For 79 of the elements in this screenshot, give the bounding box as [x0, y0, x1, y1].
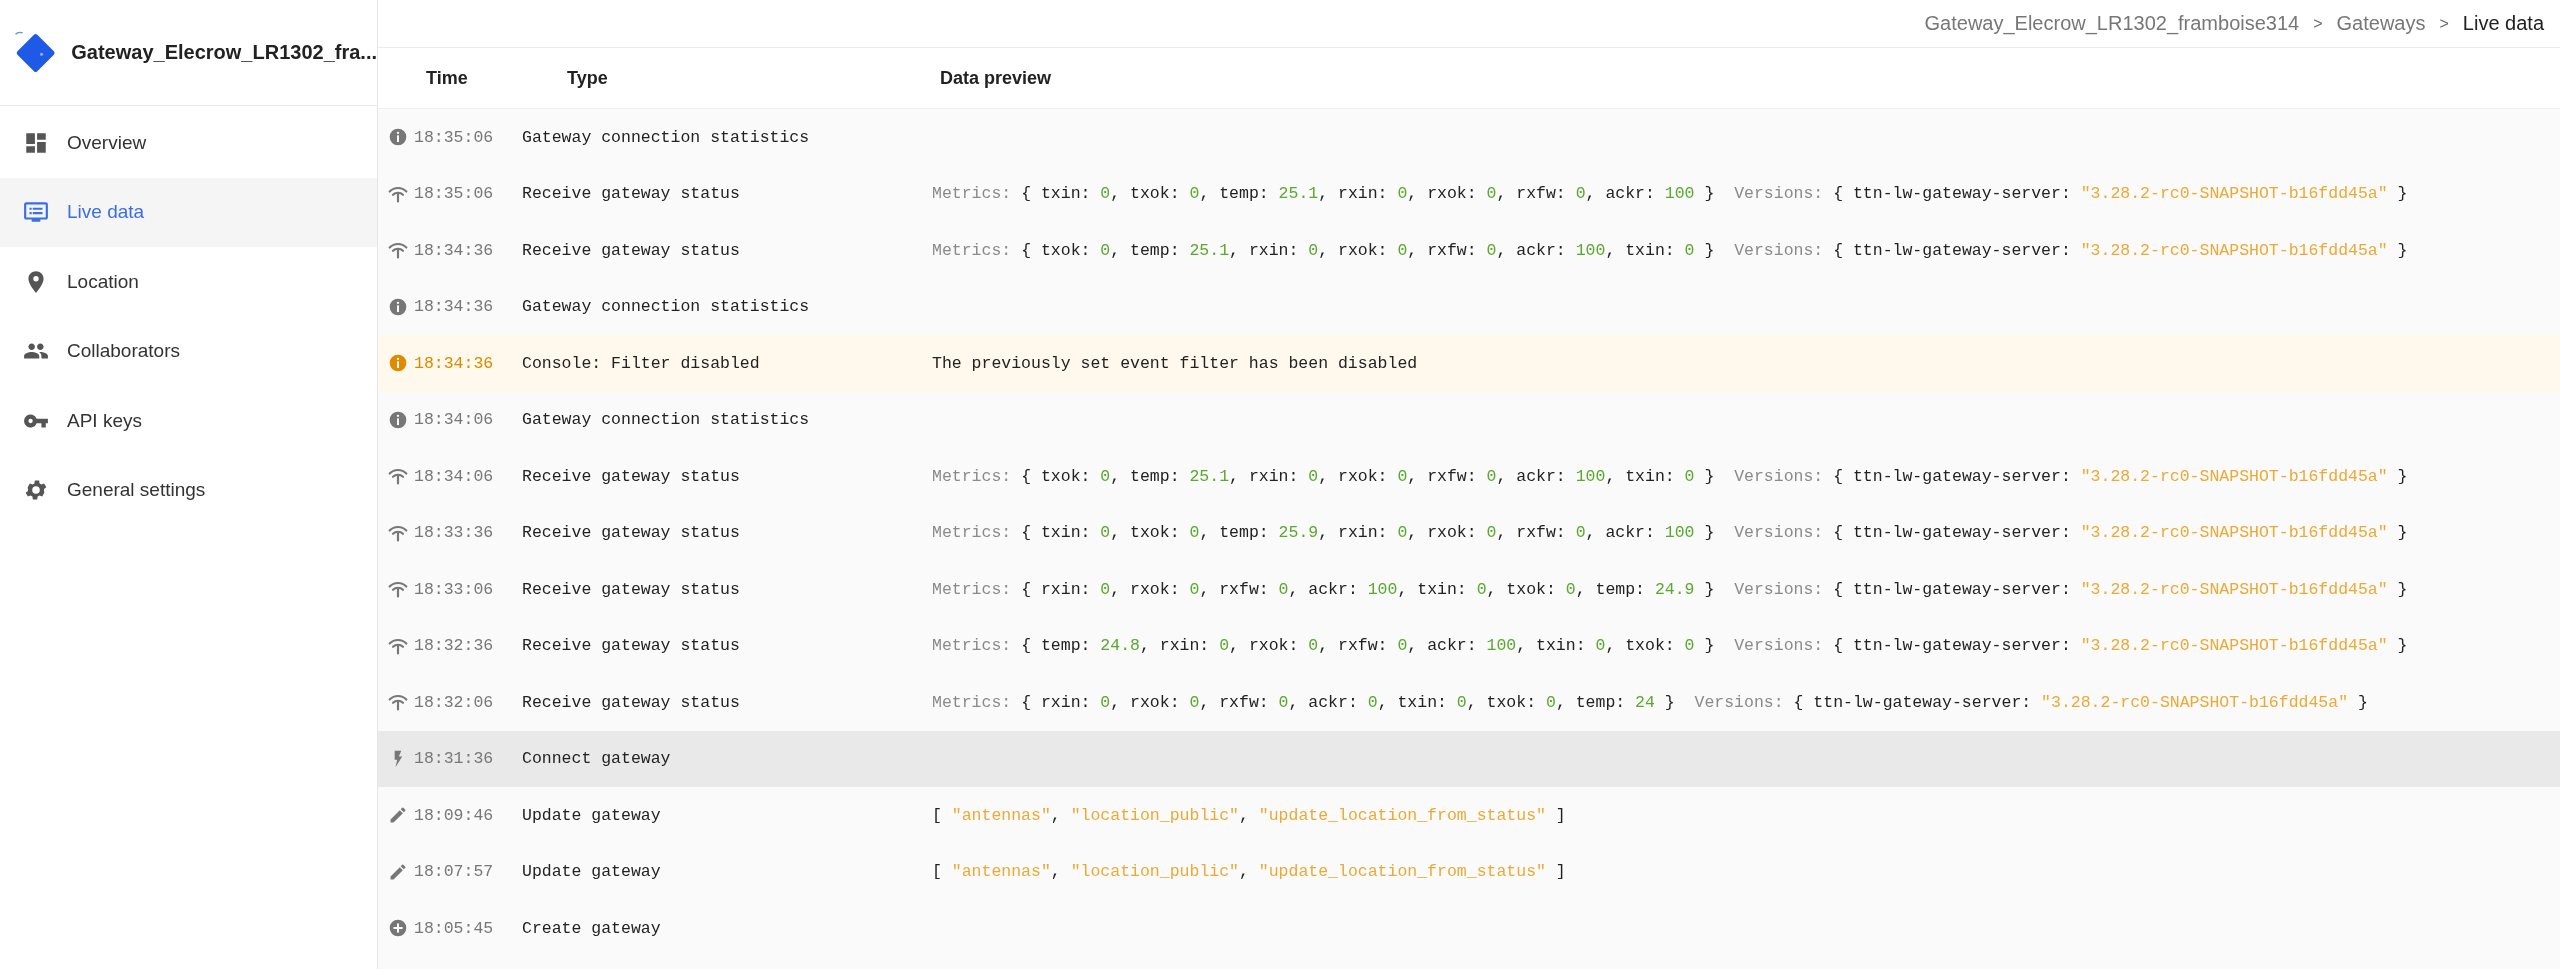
- event-row[interactable]: 18:32:06 Receive gateway status Metrics: { rxin: 0, rxok: 0, rxfw: 0, ackr: 0, txin: 0, txok: 0, temp: 24 } Versions: { ttn-lw-gateway-server: "3.28.2-rc0-SNAPSHOT-b16fdd45a" }: [378, 674, 2560, 731]
- event-type: Update gateway: [522, 862, 662, 882]
- breadcrumb-link[interactable]: Gateway_Elecrow_LR1302_framboise314: [1924, 12, 2300, 35]
- data-preview: Metrics: { txok: 0, temp: 25.1, rxin: 0, rxok: 0, rxfw: 0, ackr: 100, txin: 0 } Versions: { ttn-lw-gateway-server: "3.28.2-rc0-SNAPSHOT-b16fdd45a" }: [932, 240, 2408, 260]
- event-row[interactable]: 18:07:57 Update gateway [ "antennas", "location_public", "update_location_from_status" ]: [378, 843, 2560, 900]
- event-type: Connect gateway: [522, 749, 672, 769]
- event-time: 18:31:36: [414, 749, 494, 769]
- event-time: 18:34:36: [414, 240, 494, 260]
- event-row[interactable]: 18:33:36 Receive gateway status Metrics: { txin: 0, txok: 0, temp: 25.9, rxin: 0, rxok: 0, rxfw: 0, ackr: 100 } Versions: { ttn-lw-gateway-server: "3.28.2-rc0-SNAPSHOT-b16fdd45a" }: [378, 504, 2560, 561]
- event-time: 18:34:06: [414, 410, 494, 430]
- breadcrumb-link[interactable]: Gateways: [2336, 12, 2426, 35]
- sidebar-item[interactable]: Collaborators: [0, 316, 377, 386]
- event-row[interactable]: 18:34:36 Console: Filter disabled The previously set event filter has been disabled: [378, 335, 2560, 392]
- event-type: Receive gateway status: [522, 636, 741, 656]
- wifi-icon: [388, 466, 408, 487]
- sidebar-item[interactable]: General settings: [0, 455, 377, 525]
- column-header: Time: [425, 67, 469, 89]
- event-time: 18:34:36: [414, 353, 494, 373]
- event-row[interactable]: 18:35:06 Gateway connection statistics: [378, 109, 2560, 166]
- info-icon: [388, 409, 408, 430]
- event-type: Receive gateway status: [522, 579, 741, 599]
- event-time: 18:32:36: [414, 636, 494, 656]
- data-preview: Metrics: { txin: 0, txok: 0, temp: 25.9, rxin: 0, rxok: 0, rxfw: 0, ackr: 100 } Versions: { ttn-lw-gateway-server: "3.28.2-rc0-SNAPSHOT-b16fdd45a" }: [932, 523, 2408, 543]
- event-row[interactable]: 18:05:45 Create gateway: [378, 900, 2560, 957]
- event-time: 18:33:06: [414, 579, 494, 599]
- event-time: 18:09:46: [414, 805, 494, 825]
- event-type: Update gateway: [522, 805, 662, 825]
- data-preview: Metrics: { rxin: 0, rxok: 0, rxfw: 0, ackr: 100, txin: 0, txok: 0, temp: 24.9 } Versions: { ttn-lw-gateway-server: "3.28.2-rc0-SNAPSHOT-b16fdd45a" }: [932, 579, 2408, 599]
- breadcrumb-separator: >: [2439, 14, 2449, 33]
- breadcrumb-separator: >: [2313, 14, 2323, 33]
- event-row[interactable]: 18:32:36 Receive gateway status Metrics: { temp: 24.8, rxin: 0, rxok: 0, rxfw: 0, ackr: 100, txin: 0, txok: 0 } Versions: { ttn-lw-gateway-server: "3.28.2-rc0-SNAPSHOT-b16fdd45a" }: [378, 617, 2560, 674]
- event-type: Receive gateway status: [522, 240, 741, 260]
- event-type: Gateway connection statistics: [522, 127, 811, 147]
- event-row[interactable]: 18:09:46 Update gateway [ "antennas", "location_public", "update_location_from_status" ]: [378, 787, 2560, 844]
- event-time: 18:35:06: [414, 127, 494, 147]
- event-type: Gateway connection statistics: [522, 410, 811, 430]
- event-row[interactable]: 18:34:06 Receive gateway status Metrics: { txok: 0, temp: 25.1, rxin: 0, rxok: 0, rxfw: 0, ackr: 100, txin: 0 } Versions: { ttn-lw-gateway-server: "3.28.2-rc0-SNAPSHOT-b16fdd45a" }: [378, 448, 2560, 505]
- data-preview: Metrics: { txok: 0, temp: 25.1, rxin: 0, rxok: 0, rxfw: 0, ackr: 100, txin: 0 } Versions: { ttn-lw-gateway-server: "3.28.2-rc0-SNAPSHOT-b16fdd45a" }: [932, 466, 2408, 486]
- event-time: 18:33:36: [414, 523, 494, 543]
- warning-info-icon: [388, 353, 408, 374]
- sidebar-item[interactable]: Location: [0, 247, 377, 317]
- event-row[interactable]: 18:34:06 Gateway connection statistics: [378, 391, 2560, 448]
- wifi-icon: [388, 692, 408, 713]
- data-preview: Metrics: { rxin: 0, rxok: 0, rxfw: 0, ackr: 0, txin: 0, txok: 0, temp: 24 } Versions: { ttn-lw-gateway-server: "3.28.2-rc0-SNAPSHOT-b16fdd45a" }: [932, 692, 2368, 712]
- gateway-title: Gateway_Elecrow_LR1302_fra...: [71, 41, 377, 64]
- data-preview: Metrics: { txin: 0, txok: 0, temp: 25.1, rxin: 0, rxok: 0, rxfw: 0, ackr: 100 } Versions: { ttn-lw-gateway-server: "3.28.2-rc0-SNAPSHOT-b16fdd45a" }: [932, 184, 2408, 204]
- info-icon: [388, 296, 408, 317]
- data-preview: Metrics: { temp: 24.8, rxin: 0, rxok: 0, rxfw: 0, ackr: 100, txin: 0, txok: 0 } Versions: { ttn-lw-gateway-server: "3.28.2-rc0-SNAPSHOT-b16fdd45a" }: [932, 636, 2408, 656]
- event-row[interactable]: 18:35:06 Receive gateway status Metrics: { txin: 0, txok: 0, temp: 25.1, rxin: 0, rxok: 0, rxfw: 0, ackr: 100 } Versions: { ttn-lw-gateway-server: "3.28.2-rc0-SNAPSHOT-b16fdd45a" }: [378, 165, 2560, 222]
- plus-circle-icon: [388, 918, 408, 939]
- sidebar-item[interactable]: Overview: [0, 108, 377, 178]
- event-type: Receive gateway status: [522, 466, 741, 486]
- event-time: 18:35:06: [414, 184, 494, 204]
- event-time: 18:34:06: [414, 466, 494, 486]
- data-preview: [ "antennas", "location_public", "update_location_from_status" ]: [932, 862, 1566, 882]
- wifi-icon: [388, 240, 408, 261]
- event-time: 18:32:06: [414, 692, 494, 712]
- sidebar-item[interactable]: Live data: [0, 177, 377, 247]
- event-type: Receive gateway status: [522, 184, 741, 204]
- event-time: 18:07:57: [414, 862, 494, 882]
- event-time: 18:34:36: [414, 297, 494, 317]
- data-preview: [ "antennas", "location_public", "update_location_from_status" ]: [932, 805, 1566, 825]
- event-time: 18:05:45: [414, 918, 494, 938]
- column-header: Type: [566, 67, 609, 89]
- event-type: Gateway connection statistics: [522, 297, 811, 317]
- event-row[interactable]: 18:34:36 Gateway connection statistics: [378, 278, 2560, 335]
- event-type: Receive gateway status: [522, 692, 741, 712]
- event-row[interactable]: 18:33:06 Receive gateway status Metrics: { rxin: 0, rxok: 0, rxfw: 0, ackr: 100, txin: 0, txok: 0, temp: 24.9 } Versions: { ttn-lw-gateway-server: "3.28.2-rc0-SNAPSHOT-b16fdd45a" }: [378, 561, 2560, 618]
- data-preview: The previously set event filter has been disabled: [932, 353, 1418, 373]
- wifi-icon: [388, 579, 408, 600]
- event-row[interactable]: 18:34:36 Receive gateway status Metrics: { txok: 0, temp: 25.1, rxin: 0, rxok: 0, rxfw: 0, ackr: 100, txin: 0 } Versions: { ttn-lw-gateway-server: "3.28.2-rc0-SNAPSHOT-b16fdd45a" }: [378, 222, 2560, 279]
- event-type: Create gateway: [522, 918, 662, 938]
- event-type: Console: Filter disabled: [522, 353, 761, 373]
- column-header: Data preview: [940, 67, 1052, 89]
- event-type: Receive gateway status: [522, 523, 741, 543]
- event-row[interactable]: 18:31:36 Connect gateway: [378, 730, 2560, 787]
- sidebar-item[interactable]: API keys: [0, 386, 377, 456]
- info-icon: [388, 127, 408, 148]
- pencil-icon: [388, 805, 408, 826]
